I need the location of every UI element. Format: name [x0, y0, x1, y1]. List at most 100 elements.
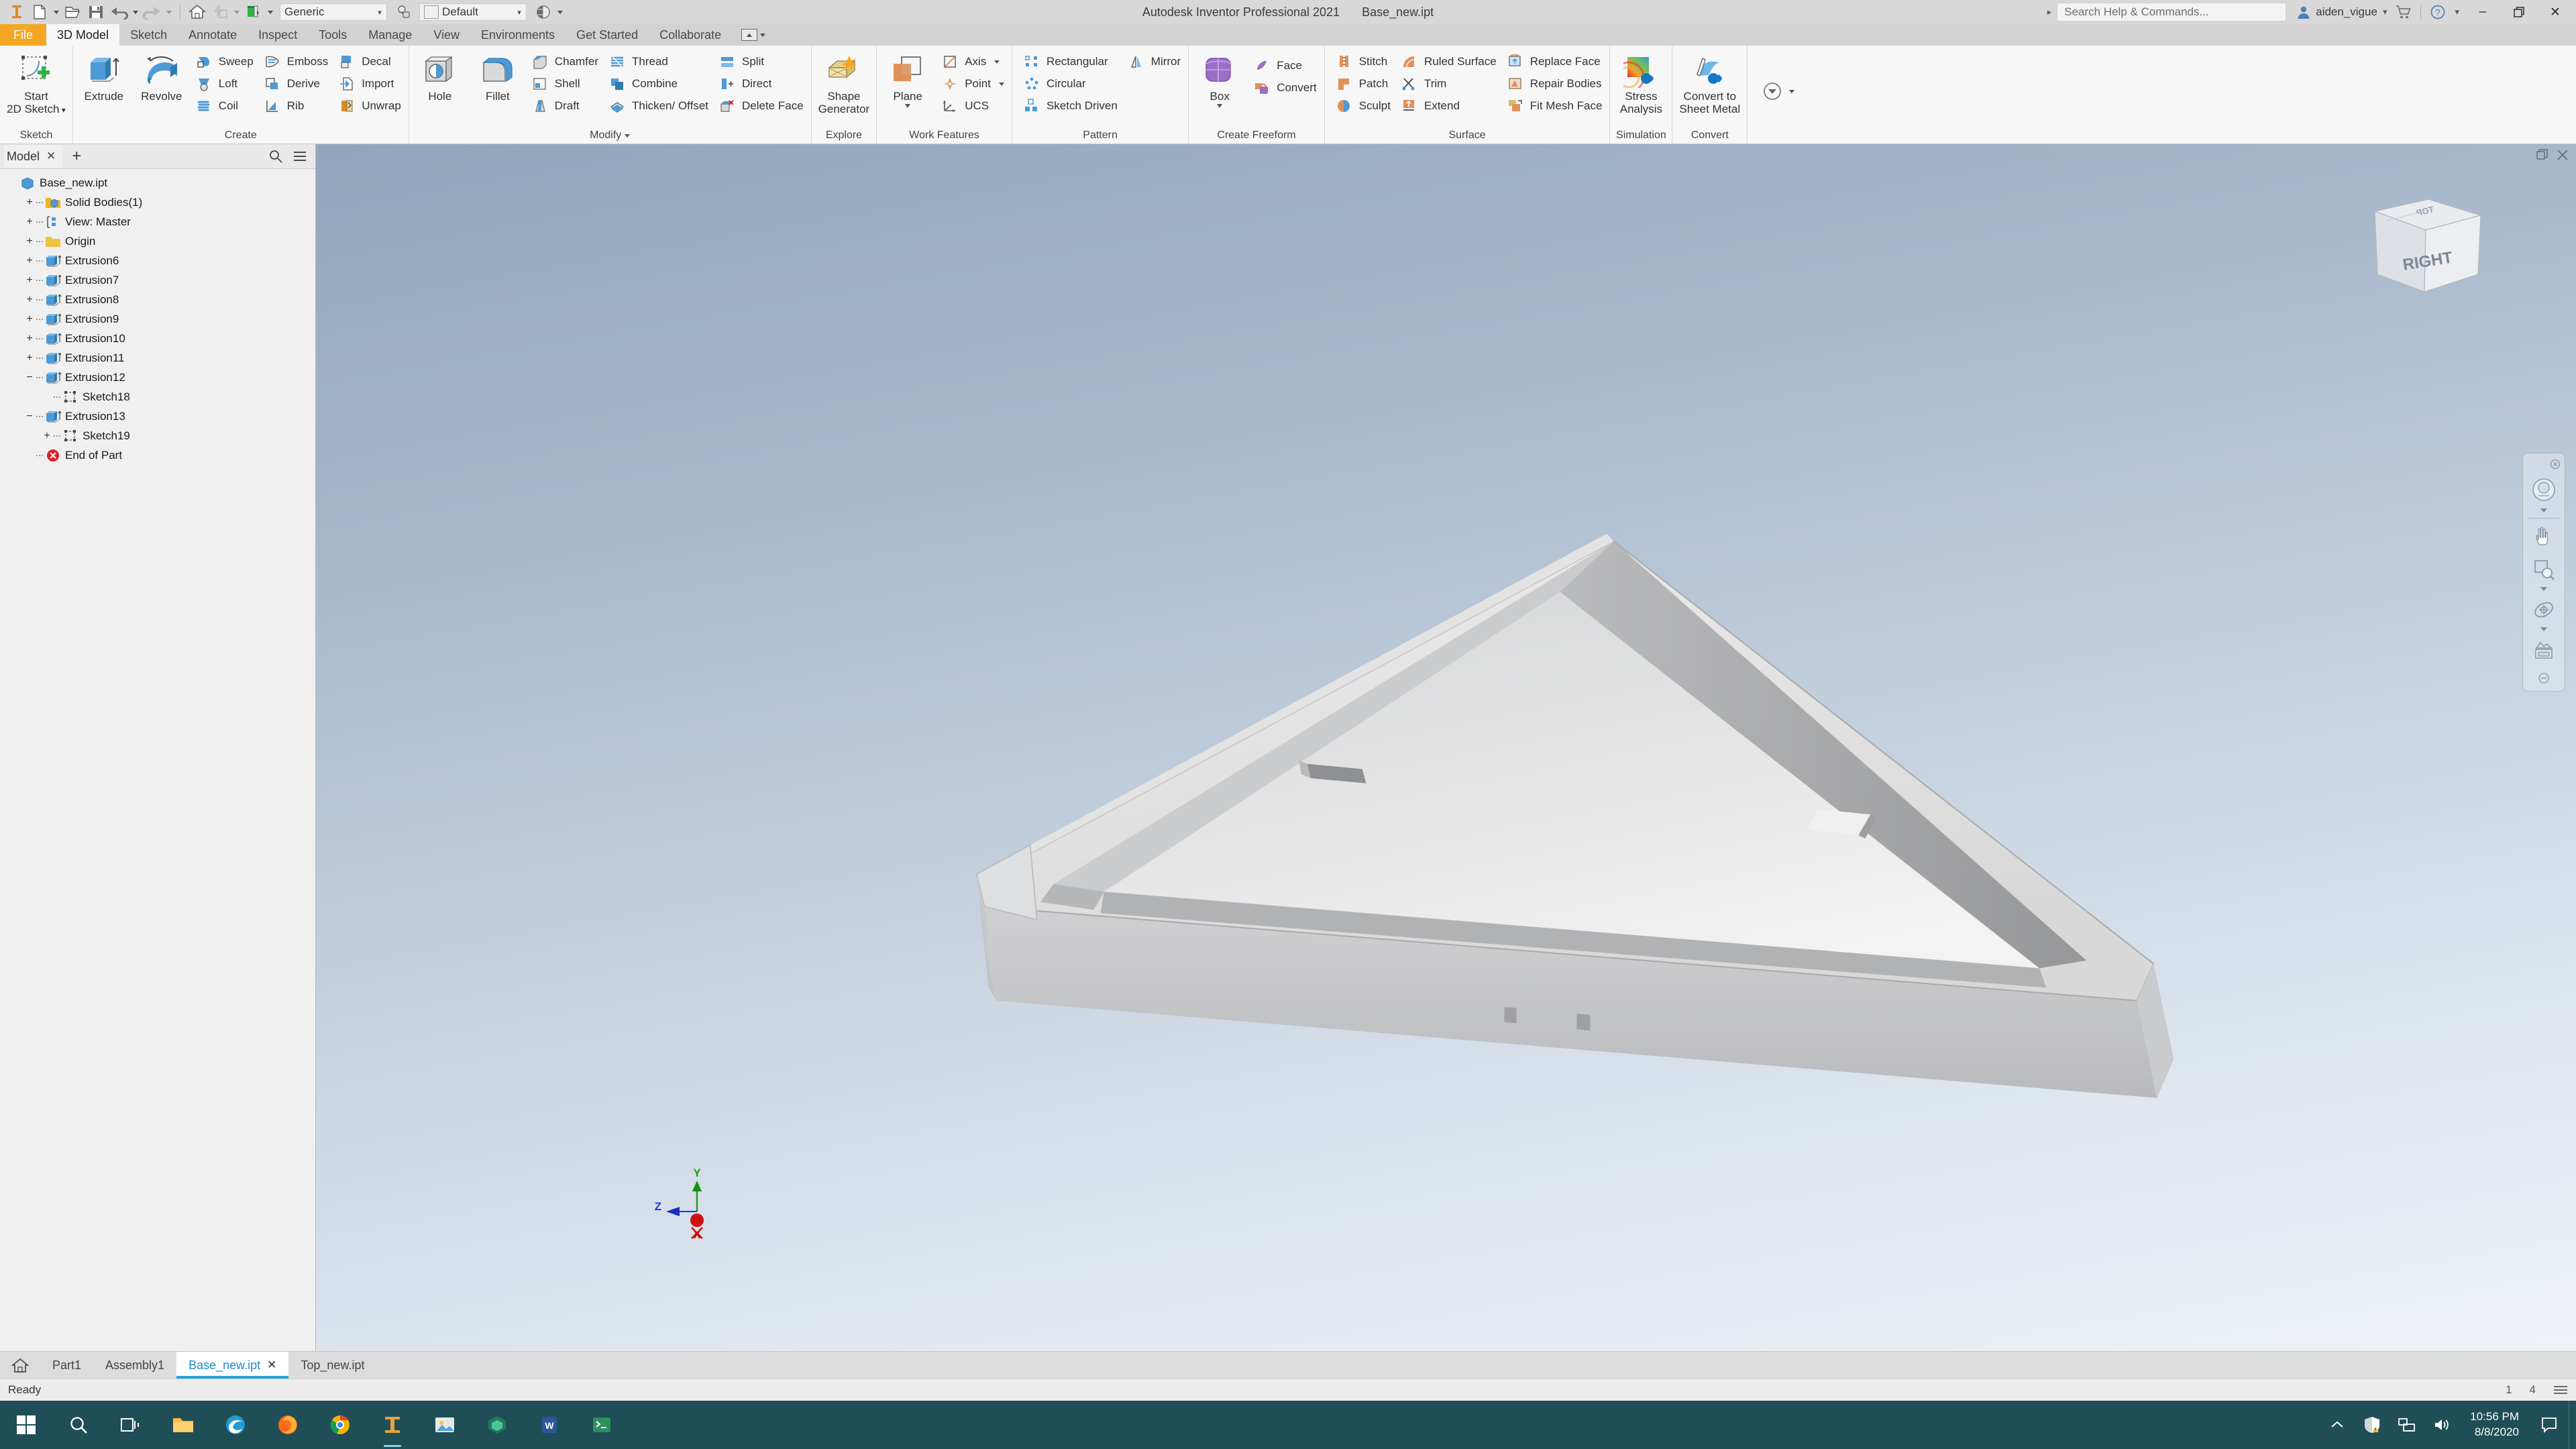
tree-node[interactable]: +Extrusion9 [5, 309, 315, 329]
show-desktop-button[interactable] [2569, 1401, 2576, 1449]
tab-environments[interactable]: Environments [470, 24, 566, 46]
rib-button[interactable]: Rib [260, 95, 333, 117]
import-button[interactable]: Import [334, 73, 406, 95]
chamfer-button[interactable]: Chamfer [527, 51, 603, 72]
thicken-offset-button[interactable]: Thicken/ Offset [604, 95, 713, 117]
edge-icon[interactable] [209, 1401, 262, 1449]
tree-node[interactable]: Base_new.ipt [5, 173, 315, 193]
ribbon-minimize-caret[interactable] [760, 34, 765, 37]
tree-node[interactable]: +Extrusion10 [5, 329, 315, 348]
freeform-face-button[interactable]: Face [1249, 55, 1322, 76]
material-combo[interactable]: Generic ▾ [280, 3, 387, 21]
tray-chevron-icon[interactable] [2320, 1401, 2355, 1449]
hole-button[interactable]: Hole [412, 50, 468, 104]
home-tab[interactable] [0, 1352, 40, 1379]
doc-tab-part1[interactable]: Part1 [40, 1352, 93, 1379]
tree-node[interactable]: +View: Master [5, 212, 315, 231]
tree-node[interactable]: +Solid Bodies(1) [5, 193, 315, 212]
search-icon[interactable] [268, 149, 283, 164]
tree-expander[interactable]: + [23, 290, 36, 309]
account-menu[interactable]: aiden_vigue [2296, 4, 2377, 20]
tree-node[interactable]: +Sketch19 [5, 426, 315, 445]
tree-node[interactable]: Sketch18 [5, 387, 315, 407]
notification-icon[interactable] [2530, 1401, 2569, 1449]
task-view-icon[interactable] [105, 1401, 157, 1449]
combine-button[interactable]: Combine [604, 73, 713, 95]
material-dropdown[interactable] [265, 2, 276, 22]
unwrap-button[interactable]: Unwrap [334, 95, 406, 117]
new-file-icon[interactable] [28, 2, 51, 22]
tree-node[interactable]: +Extrusion8 [5, 290, 315, 309]
fillet-button[interactable]: Fillet [470, 50, 526, 104]
tab-tools[interactable]: Tools [308, 24, 358, 46]
extend-button[interactable]: Extend [1397, 95, 1501, 117]
tree-expander[interactable]: + [23, 193, 36, 212]
ribbon-minimize-control[interactable] [732, 24, 775, 46]
tab-3d-model[interactable]: 3D Model [46, 24, 119, 46]
sketch-driven-pattern-button[interactable]: Sketch Driven [1019, 95, 1122, 117]
tab-file[interactable]: File [0, 24, 46, 46]
cart-icon[interactable] [2392, 2, 2415, 22]
tab-inspect[interactable]: Inspect [248, 24, 308, 46]
chrome-icon[interactable] [314, 1401, 366, 1449]
tab-annotate[interactable]: Annotate [178, 24, 248, 46]
extrude-button[interactable]: Extrude [76, 50, 132, 104]
tree-node[interactable]: +Origin [5, 231, 315, 251]
mirror-button[interactable]: Mirror [1124, 51, 1185, 72]
taskbar-search-icon[interactable] [52, 1401, 105, 1449]
tab-get-started[interactable]: Get Started [566, 24, 649, 46]
tree-expander[interactable]: + [40, 426, 54, 445]
browser-tab-model[interactable]: Model ✕ [4, 145, 62, 168]
browser-add-tab[interactable]: + [62, 148, 91, 164]
emboss-button[interactable]: Emboss [260, 51, 333, 72]
revolve-button[interactable]: Revolve [133, 50, 190, 104]
material-icon[interactable] [242, 2, 265, 22]
restore-button[interactable] [2501, 0, 2537, 24]
search-expand-caret[interactable]: ▸ [2047, 7, 2052, 17]
tree-expander[interactable]: − [23, 407, 36, 426]
doc-tab-top-new[interactable]: Top_new.ipt [288, 1352, 376, 1379]
plane-dropdown-caret[interactable] [905, 104, 910, 108]
windows-start-icon[interactable] [0, 1401, 52, 1449]
start-2d-sketch-button[interactable]: Start2D Sketch ▾ [3, 50, 70, 117]
status-menu-icon[interactable] [2553, 1385, 2568, 1395]
loft-button[interactable]: Loft [191, 73, 258, 95]
ribbon-overflow[interactable] [1747, 46, 1797, 144]
select-dropdown[interactable] [555, 2, 566, 22]
tree-node[interactable]: +Extrusion7 [5, 270, 315, 290]
doc-tab-base-new-close[interactable]: ✕ [267, 1358, 276, 1372]
convert-sheet-metal-button[interactable]: Convert toSheet Metal [1675, 50, 1744, 117]
tab-sketch[interactable]: Sketch [119, 24, 178, 46]
doc-tab-assembly1[interactable]: Assembly1 [93, 1352, 176, 1379]
browser-tab-close[interactable]: ✕ [46, 150, 56, 163]
trim-button[interactable]: Trim [1397, 73, 1501, 95]
inventor-icon[interactable] [366, 1401, 419, 1449]
home-icon[interactable] [186, 2, 209, 22]
tree-node[interactable]: −Extrusion13 [5, 407, 315, 426]
photos-icon[interactable] [419, 1401, 471, 1449]
modify-panel-caret[interactable] [625, 134, 630, 138]
undo-icon[interactable] [107, 2, 130, 22]
tree-node[interactable]: End of Part [5, 445, 315, 465]
stitch-button[interactable]: Stitch [1332, 51, 1395, 72]
tree-expander[interactable]: + [23, 251, 36, 270]
patch-button[interactable]: Patch [1332, 73, 1395, 95]
network-icon[interactable] [2390, 1401, 2424, 1449]
new-file-dropdown[interactable] [51, 2, 62, 22]
sweep-button[interactable]: Sweep [191, 51, 258, 72]
firefox-icon[interactable] [262, 1401, 314, 1449]
tree-expander[interactable]: − [23, 368, 36, 387]
appearance-icon[interactable] [392, 2, 415, 22]
slicer-icon[interactable] [471, 1401, 523, 1449]
fit-mesh-face-button[interactable]: Fit Mesh Face [1503, 95, 1607, 117]
security-shield-icon[interactable] [2355, 1401, 2390, 1449]
repair-bodies-button[interactable]: Repair Bodies [1503, 73, 1607, 95]
shell-button[interactable]: Shell [527, 73, 603, 95]
tree-expander[interactable]: + [23, 309, 36, 329]
search-input[interactable]: Search Help & Commands... [2057, 3, 2286, 21]
ucs-button[interactable]: UCS [937, 95, 1009, 117]
open-file-icon[interactable] [62, 2, 85, 22]
ribbon-minimize-icon[interactable] [741, 29, 757, 41]
save-icon[interactable] [85, 2, 107, 22]
tree-expander[interactable]: + [23, 329, 36, 348]
